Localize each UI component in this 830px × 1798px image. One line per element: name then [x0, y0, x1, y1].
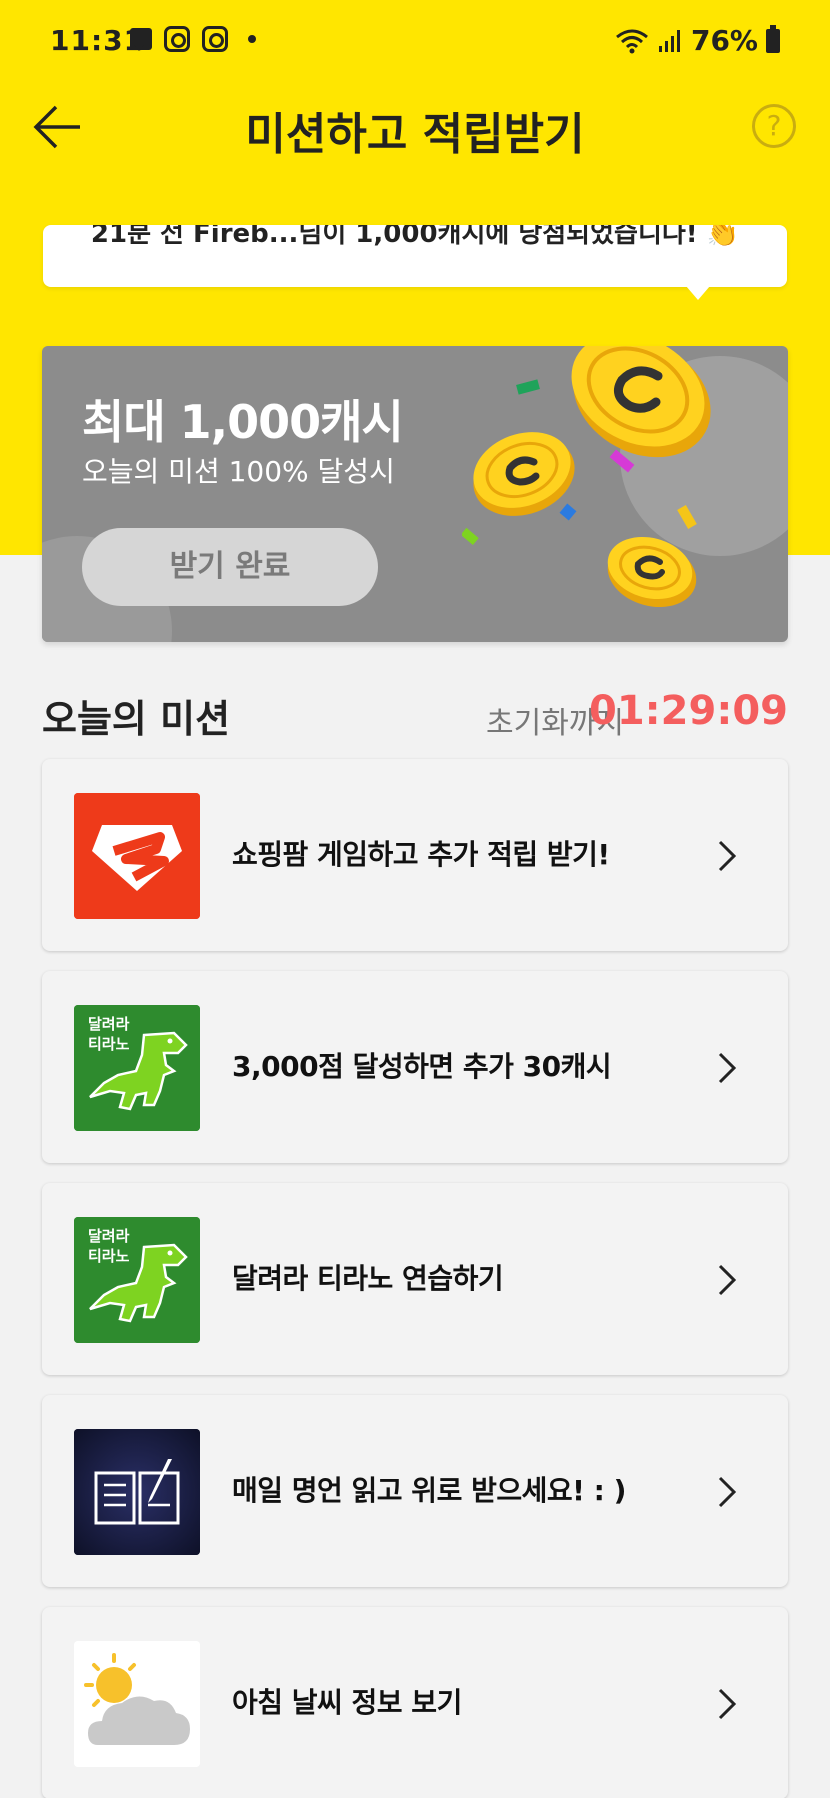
battery-icon — [766, 24, 780, 53]
dino-icon-text: 달려라 — [88, 1227, 130, 1245]
shoppingpam-logo-icon — [74, 793, 200, 919]
instagram-notification-icon — [164, 26, 190, 52]
claim-complete-button[interactable]: 받기 완료 — [82, 528, 378, 606]
mission-item-shoppingpam[interactable]: 쇼핑팜 게임하고 추가 적립 받기! — [42, 759, 788, 951]
tirano-dino-icon: 달려라 티라노 — [74, 1005, 200, 1131]
dino-icon-text: 티라노 — [88, 1035, 130, 1053]
page-title: 미션하고 적립받기 — [245, 109, 585, 160]
signal-icon — [658, 29, 680, 52]
reward-condition: 오늘의 미션 100% 달성시 — [82, 455, 395, 488]
chevron-right-icon — [718, 1476, 737, 1508]
system-status: 76% — [615, 24, 780, 57]
dino-icon-text: 달려라 — [88, 1015, 130, 1033]
help-button[interactable]: ? — [752, 104, 796, 148]
question-mark-icon: ? — [766, 109, 782, 142]
coins-illustration-icon — [462, 346, 711, 608]
chevron-right-icon — [718, 1688, 737, 1720]
chevron-right-icon — [718, 1264, 737, 1296]
chevron-right-icon — [718, 1052, 737, 1084]
mission-item-quote[interactable]: 매일 명언 읽고 위로 받으세요! : ) — [42, 1395, 788, 1587]
dino-icon-text: 티라노 — [88, 1247, 130, 1265]
reward-amount: 최대 1,000캐시 — [82, 395, 404, 449]
message-notification-icon — [130, 28, 152, 51]
weather-sun-cloud-icon — [74, 1641, 200, 1767]
more-notifications-dot-icon — [248, 35, 256, 43]
mission-label: 3,000점 달성하면 추가 30캐시 — [232, 1050, 612, 1083]
chevron-right-icon — [718, 840, 737, 872]
mission-label: 아침 날씨 정보 보기 — [232, 1686, 462, 1719]
mission-label: 쇼핑팜 게임하고 추가 적립 받기! — [232, 838, 610, 871]
mission-label: 매일 명언 읽고 위로 받으세요! : ) — [232, 1474, 626, 1507]
winner-notice-text: 21분 전 Fireb...님이 1,000캐시에 당첨되었습니다! 👏 — [90, 225, 740, 249]
mission-item-tirano-score[interactable]: 달려라 티라노 3,000점 달성하면 추가 30캐시 — [42, 971, 788, 1163]
status-bar: 11:31 76% — [0, 0, 830, 84]
battery-percentage: 76% — [690, 24, 758, 57]
mission-list: 쇼핑팜 게임하고 추가 적립 받기! 달려라 티라노 3,000점 달성하면 추… — [42, 759, 788, 1798]
mission-label: 달려라 티라노 연습하기 — [232, 1262, 504, 1295]
wifi-icon — [616, 29, 648, 53]
section-title: 오늘의 미션 — [42, 697, 231, 741]
instagram-notification-icon — [202, 26, 228, 52]
notice-pointer — [686, 286, 710, 312]
app-header: 미션하고 적립받기 ? — [0, 84, 830, 170]
tirano-dino-icon: 달려라 티라노 — [74, 1217, 200, 1343]
reward-card: 최대 1,000캐시 오늘의 미션 100% 달성시 받기 완료 — [42, 346, 788, 642]
mission-item-weather[interactable]: 아침 날씨 정보 보기 — [42, 1607, 788, 1798]
reset-timer-value: 01:29:09 — [589, 688, 788, 734]
book-quill-icon — [74, 1429, 200, 1555]
winner-notice-banner: 21분 전 Fireb...님이 1,000캐시에 당첨되었습니다! 👏 — [43, 225, 787, 287]
mission-item-tirano-practice[interactable]: 달려라 티라노 달려라 티라노 연습하기 — [42, 1183, 788, 1375]
notification-icons — [130, 26, 256, 52]
